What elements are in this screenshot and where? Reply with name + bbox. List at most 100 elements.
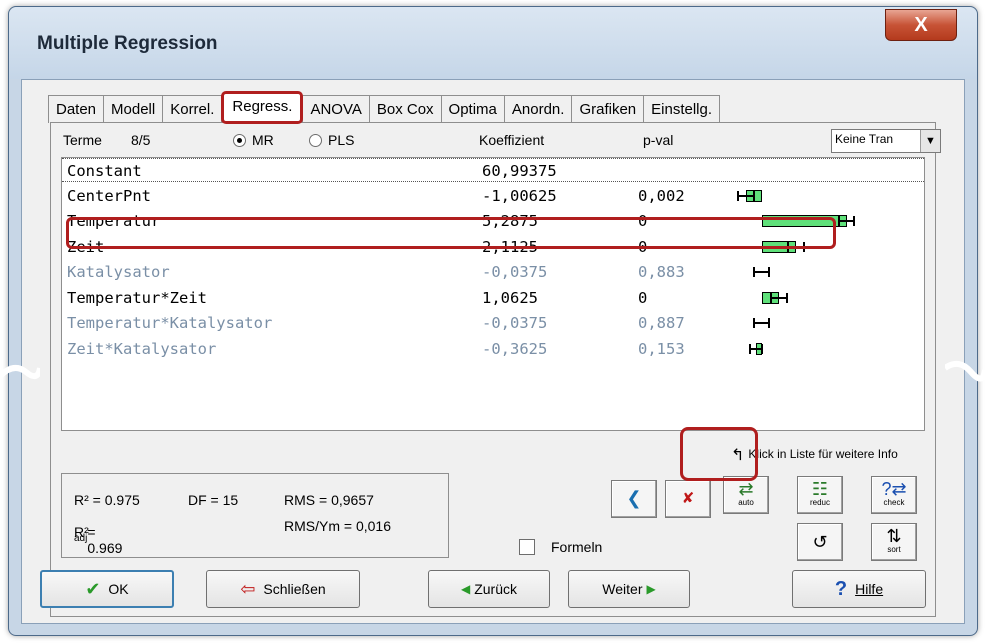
mode-pls-radio[interactable]: PLS (309, 132, 354, 148)
tab-modell[interactable]: Modell (103, 95, 164, 123)
next-button[interactable]: Weiter ▶ (568, 570, 690, 608)
transform-value: Keine Tran (835, 132, 894, 146)
effect-bar-cell (752, 260, 912, 284)
next-label: Weiter (602, 581, 643, 597)
tab-korrel[interactable]: Korrel. (162, 95, 223, 123)
checkmark-icon: ✔ (85, 578, 101, 599)
term-pvalue: 0,887 (638, 314, 685, 332)
ok-label: OK (108, 581, 129, 597)
term-row[interactable]: Katalysator -0,0375 0,883 (62, 260, 924, 284)
term-row[interactable]: Temperatur 5,2875 0 (62, 209, 924, 233)
tab-strip: Daten Modell Korrel. Regress. ANOVA Box … (48, 91, 721, 124)
term-name: Temperatur*Katalysator (67, 314, 273, 332)
tab-regress[interactable]: Regress. (221, 91, 304, 124)
term-row[interactable]: Temperatur*Zeit 1,0625 0 (62, 286, 924, 310)
window-title: Multiple Regression (37, 33, 218, 54)
term-coefficient: -1,00625 (482, 186, 557, 205)
triangle-right-icon: ▶ (646, 582, 656, 596)
error-bar-cap (737, 190, 740, 201)
triangle-left-icon: ◀ (460, 582, 471, 596)
tab-daten[interactable]: Daten (48, 95, 105, 123)
term-row[interactable]: Constant 60,99375 (62, 158, 924, 182)
checkbox-box[interactable] (519, 539, 535, 555)
reduc-label: reduc (809, 498, 830, 507)
tab-einstellg[interactable]: Einstellg. (643, 95, 721, 123)
term-name: Temperatur (67, 212, 161, 230)
info-hint-text: Klick in Liste für weitere Info (748, 447, 898, 461)
term-coefficient: 5,2875 (482, 212, 538, 230)
check-label: check (883, 498, 905, 507)
sort-label: sort (887, 545, 901, 554)
undo-arrow-icon: ↺ (812, 532, 828, 552)
term-coefficient: 2,1125 (482, 237, 538, 256)
tab-box-cox[interactable]: Box Cox (368, 95, 442, 123)
help-button[interactable]: ? Hilfe (792, 570, 926, 608)
term-name: Katalysator (67, 263, 170, 281)
term-name: Constant (67, 162, 142, 180)
term-pvalue: 0 (638, 288, 648, 307)
coefficient-header: Koeffizient (479, 132, 545, 148)
term-name: Zeit*Katalysator (67, 339, 217, 358)
close-window-button[interactable]: X (885, 9, 957, 41)
click-hand-icon: ↰ (731, 447, 745, 464)
tab-anordn[interactable]: Anordn. (503, 95, 573, 123)
effect-bar-cell (749, 337, 912, 361)
df-value: DF = 15 (188, 492, 239, 508)
help-label: Hilfe (855, 581, 884, 597)
error-bar-cap (802, 241, 805, 252)
effect-bar (762, 215, 847, 227)
tab-grafiken[interactable]: Grafiken (571, 95, 645, 123)
sort-button[interactable]: ⇅ sort (871, 523, 917, 561)
r2adj-number: = 0.969 (87, 524, 123, 556)
title-bar: Multiple Regression X (9, 7, 977, 79)
check-button[interactable]: ?⇄ check (871, 476, 917, 514)
back-button[interactable]: ◀ Zurück (428, 570, 550, 608)
effect-bar-cell (752, 209, 912, 233)
term-row[interactable]: Zeit*Katalysator -0,3625 0,153 (62, 337, 924, 361)
regression-panel: Terme 8/5 MR PLS Koeffizient p-val Keine… (50, 122, 941, 617)
close-label: Schließen (263, 581, 326, 597)
term-row[interactable]: Zeit 2,1125 0 (62, 235, 924, 259)
dialog-client-area: Daten Modell Korrel. Regress. ANOVA Box … (21, 79, 965, 624)
dialog-window: Multiple Regression X Daten Modell Korre… (8, 6, 978, 636)
radio-selected-icon (233, 134, 246, 147)
error-bar-cap (787, 241, 789, 252)
reduce-button[interactable]: ☷ reduc (797, 476, 843, 514)
term-coefficient: -0,3625 (482, 339, 548, 358)
term-coefficient: -0,0375 (482, 263, 548, 281)
tab-optima[interactable]: Optima (440, 95, 505, 123)
error-bar-cap (752, 318, 755, 328)
term-pvalue: 0,153 (638, 339, 685, 358)
term-coefficient: -0,0375 (482, 314, 548, 332)
sort-icon: ⇅ (886, 526, 902, 546)
previous-term-button[interactable]: ❮ (611, 480, 657, 518)
restore-button[interactable]: ↺ (797, 523, 843, 561)
ok-button[interactable]: ✔ OK (40, 570, 174, 608)
term-name: Temperatur*Zeit (67, 288, 207, 307)
info-hint: ↰ Klick in Liste für weitere Info (731, 445, 898, 465)
mode-mr-radio[interactable]: MR (233, 132, 274, 148)
term-pvalue: 0 (638, 237, 648, 256)
help-question-icon: ? (834, 577, 848, 600)
error-bar-cap (768, 318, 771, 328)
term-row[interactable]: CenterPnt -1,00625 0,002 (62, 184, 924, 208)
term-coefficient: 1,0625 (482, 288, 538, 307)
terms-list[interactable]: Constant 60,99375 CenterPnt -1,00625 0,002 Te… (61, 157, 925, 431)
chevron-left-icon: ❮ (626, 488, 642, 508)
tab-anova[interactable]: ANOVA (302, 95, 370, 123)
red-x-icon: ✘ (681, 490, 695, 507)
reduce-icon: ☷ (811, 479, 829, 499)
term-pvalue: 0,002 (638, 186, 685, 205)
formulas-checkbox[interactable]: Formeln (519, 539, 602, 555)
mode-pls-label: PLS (328, 132, 355, 148)
close-button[interactable]: ⇦ Schließen (206, 570, 360, 608)
remove-term-button[interactable]: ✘ (665, 480, 711, 518)
auto-button[interactable]: ⇄ auto (723, 476, 769, 514)
radio-empty-icon (309, 134, 322, 147)
error-bar-cap (761, 343, 764, 354)
transform-dropdown[interactable]: Keine Tran ▼ (831, 129, 941, 153)
effect-bar-cell (737, 184, 912, 208)
dropdown-arrow-icon[interactable]: ▼ (920, 130, 940, 152)
term-row[interactable]: Temperatur*Katalysator -0,0375 0,887 (62, 311, 924, 335)
term-coefficient: 60,99375 (482, 162, 557, 180)
